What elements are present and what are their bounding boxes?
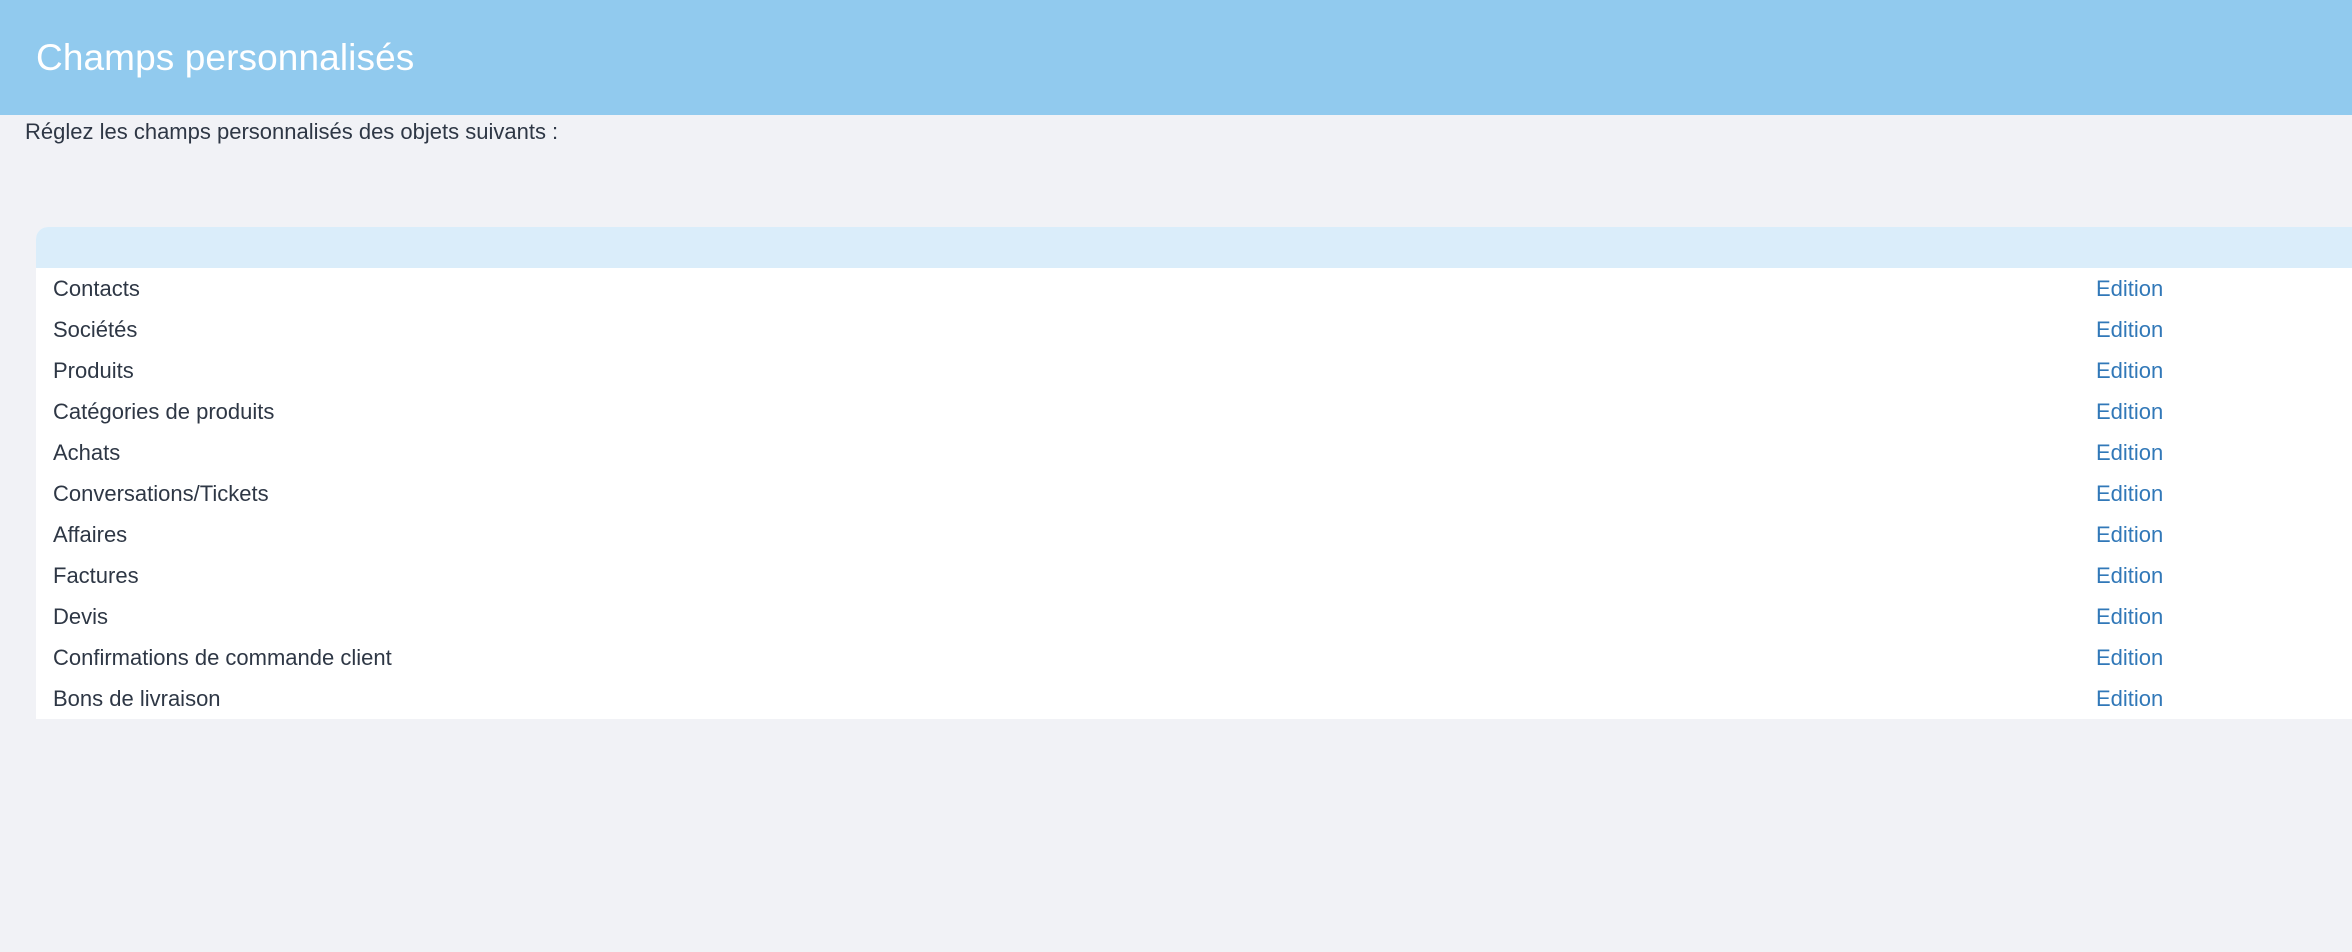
table-row: Factures Edition <box>36 555 2352 596</box>
card-header-strip <box>36 227 2352 268</box>
edit-link[interactable]: Edition <box>2096 596 2163 637</box>
edit-link[interactable]: Edition <box>2096 678 2163 719</box>
object-row-label: Achats <box>53 440 121 465</box>
edit-link[interactable]: Edition <box>2096 473 2163 514</box>
object-row-label: Catégories de produits <box>53 399 275 424</box>
object-row-label: Affaires <box>53 522 128 547</box>
object-row-label: Confirmations de commande client <box>53 645 392 670</box>
edit-link[interactable]: Edition <box>2096 268 2163 309</box>
edit-link[interactable]: Edition <box>2096 637 2163 678</box>
object-row-label: Produits <box>53 358 134 383</box>
table-row: Affaires Edition <box>36 514 2352 555</box>
object-row-label: Devis <box>53 604 109 629</box>
object-list: Contacts Edition Sociétés Edition Produits Ed… <box>36 268 2352 719</box>
object-row-label: Sociétés <box>53 317 138 342</box>
table-row: Devis Edition <box>36 596 2352 637</box>
object-row-label: Bons de livraison <box>53 686 221 711</box>
custom-fields-card: Contacts Edition Sociétés Edition Produits Ed… <box>36 227 2352 719</box>
edit-link[interactable]: Edition <box>2096 309 2163 350</box>
page-body: Réglez les champs personnalisés des obje… <box>0 115 2352 952</box>
object-row-label: Factures <box>53 563 139 588</box>
edit-link[interactable]: Edition <box>2096 350 2163 391</box>
object-row-label: Contacts <box>53 276 140 301</box>
intro-description: Réglez les champs personnalisés des obje… <box>25 119 559 144</box>
table-row: Achats Edition <box>36 432 2352 473</box>
table-row: Produits Edition <box>36 350 2352 391</box>
table-row: Conversations/Tickets Edition <box>36 473 2352 514</box>
table-row: Bons de livraison Edition <box>36 678 2352 719</box>
edit-link[interactable]: Edition <box>2096 514 2163 555</box>
object-row-label: Conversations/Tickets <box>53 481 269 506</box>
table-row: Sociétés Edition <box>36 309 2352 350</box>
page-header-bar: Champs personnalisés <box>0 0 2352 115</box>
edit-link[interactable]: Edition <box>2096 432 2163 473</box>
edit-link[interactable]: Edition <box>2096 391 2163 432</box>
table-row: Contacts Edition <box>36 268 2352 309</box>
table-row: Catégories de produits Edition <box>36 391 2352 432</box>
table-row: Confirmations de commande client Edition <box>36 637 2352 678</box>
edit-link[interactable]: Edition <box>2096 555 2163 596</box>
page-title: Champs personnalisés <box>36 37 415 78</box>
